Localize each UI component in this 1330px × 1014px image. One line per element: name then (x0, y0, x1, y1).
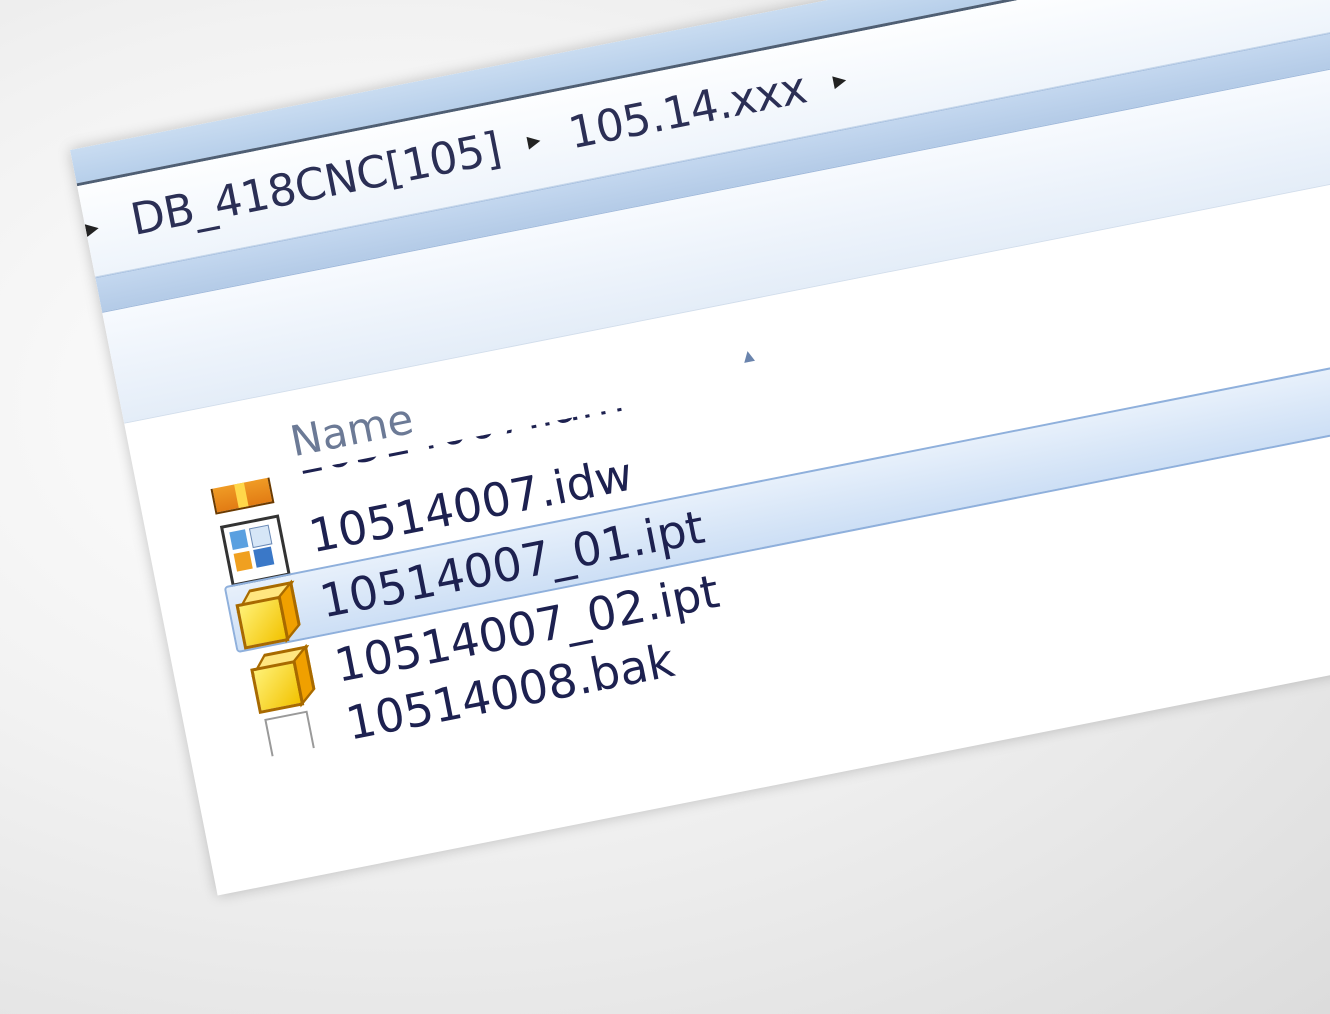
part-icon (241, 642, 317, 715)
explorer-window: ▸ DB_418CNC[105] ▸ 105.14.xxx ▸ ▴ Name 1… (70, 0, 1330, 896)
drawing-icon (216, 512, 292, 587)
part-icon (226, 577, 302, 650)
breadcrumb-separator-icon[interactable]: ▸ (83, 212, 101, 244)
screenshot-stage: ▸ DB_418CNC[105] ▸ 105.14.xxx ▸ ▴ Name 1… (0, 0, 1330, 1014)
breadcrumb-separator-icon[interactable]: ▸ (525, 125, 543, 157)
breadcrumb-separator-icon[interactable]: ▸ (830, 64, 848, 96)
